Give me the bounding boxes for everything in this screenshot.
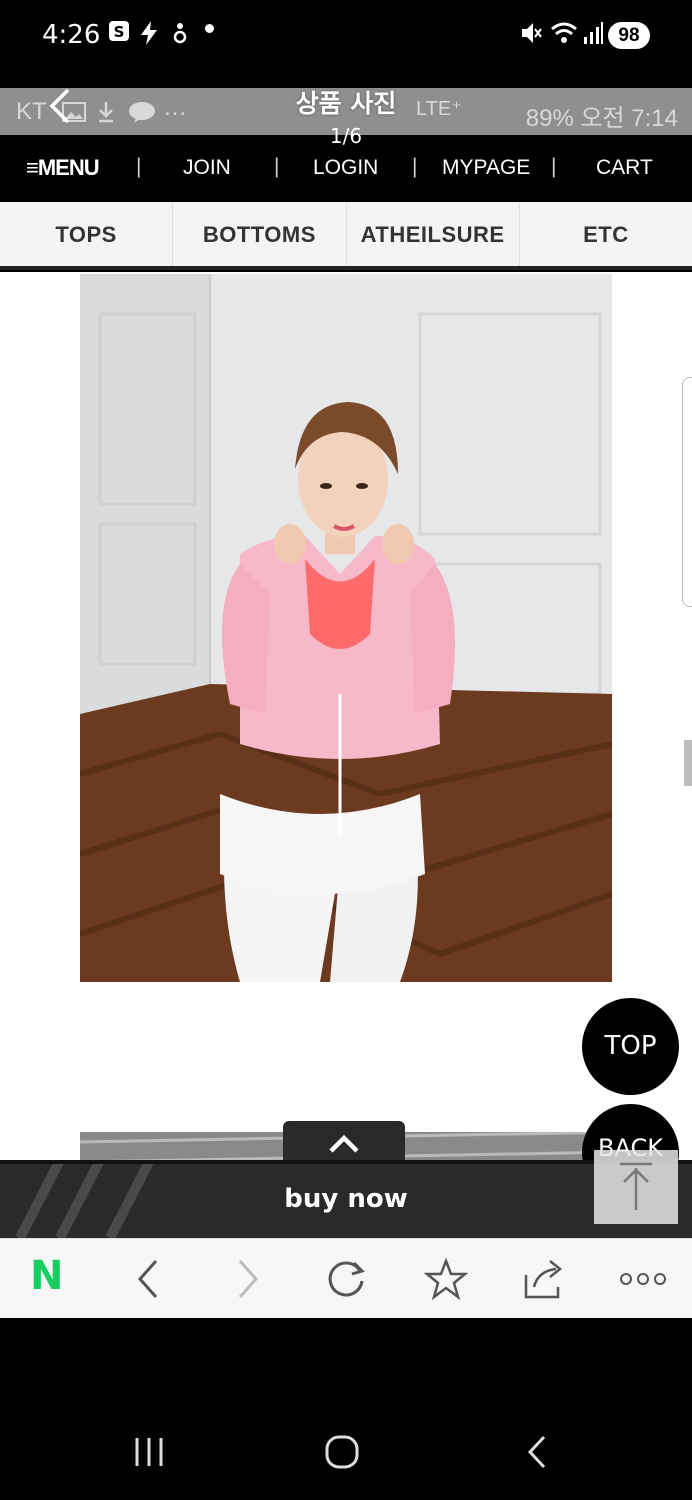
side-scroll-handle[interactable]	[682, 377, 692, 607]
system-status-bar: 4:26 S 98	[0, 0, 692, 88]
wifi-icon	[551, 22, 577, 43]
buy-now-label[interactable]: buy now	[0, 1184, 692, 1214]
nav-separator: |	[136, 155, 142, 178]
cart-link[interactable]: CART	[596, 156, 653, 180]
accessibility-icon	[173, 23, 187, 44]
svg-text:S: S	[114, 23, 125, 41]
category-tabs: TOPS BOTTOMS ATHEILSURE ETC	[0, 202, 692, 270]
menu-button[interactable]: ≡MENU	[26, 155, 100, 181]
nav-separator: |	[412, 155, 418, 178]
nav-separator: |	[274, 155, 280, 178]
signal-icon	[584, 22, 603, 44]
mute-icon	[522, 23, 542, 43]
page-up-button[interactable]	[594, 1150, 678, 1224]
notification-dot	[205, 24, 214, 33]
recent-apps-icon[interactable]	[132, 1436, 166, 1468]
naver-home-button[interactable]: N	[30, 1253, 63, 1299]
arrow-up-icon	[620, 1162, 652, 1210]
tab-tops[interactable]: TOPS	[0, 202, 174, 266]
bookmark-star-icon[interactable]	[424, 1257, 468, 1301]
image-counter: 1/6	[329, 124, 363, 148]
system-back-icon[interactable]	[522, 1434, 552, 1470]
battery-indicator: 98	[608, 22, 650, 49]
refresh-icon[interactable]	[324, 1257, 368, 1301]
browser-back-icon[interactable]	[132, 1257, 162, 1301]
join-link[interactable]: JOIN	[183, 156, 231, 180]
status-time: 4:26	[42, 20, 101, 50]
share-icon[interactable]	[520, 1257, 566, 1301]
charging-icon	[141, 21, 157, 45]
browser-toolbar: N	[0, 1238, 692, 1318]
tab-bottoms[interactable]: BOTTOMS	[173, 202, 347, 266]
browser-forward-icon[interactable]	[234, 1257, 264, 1301]
buy-bar-toggle[interactable]	[283, 1121, 405, 1165]
system-nav-bar	[0, 1318, 692, 1500]
mypage-link[interactable]: MYPAGE	[442, 156, 530, 180]
login-link[interactable]: LOGIN	[313, 156, 378, 180]
nav-separator: |	[551, 155, 557, 178]
viewer-title: 상품 사진	[295, 89, 397, 118]
more-options-icon[interactable]	[618, 1257, 668, 1301]
tab-atheilsure[interactable]: ATHEILSURE	[347, 202, 520, 266]
scrollbar-thumb[interactable]	[684, 740, 692, 786]
product-photo[interactable]	[80, 274, 612, 982]
home-icon[interactable]	[324, 1434, 360, 1470]
s-app-icon: S	[109, 21, 129, 41]
tab-etc[interactable]: ETC	[520, 202, 692, 266]
scroll-top-button[interactable]: TOP	[582, 998, 679, 1095]
chevron-up-icon	[329, 1134, 359, 1153]
